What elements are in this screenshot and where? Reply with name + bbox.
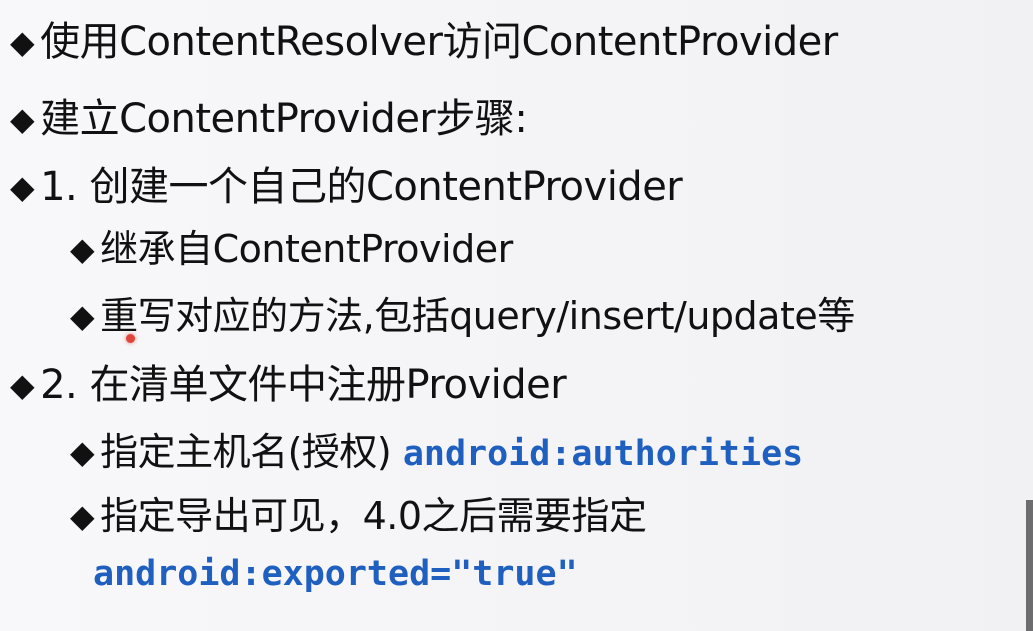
slide-line-4: ◆ 继承自ContentProvider xyxy=(70,225,513,273)
slide-line-8: ◆ 指定导出可见，4.0之后需要指定 xyxy=(70,492,647,540)
line-text: 建立ContentProvider步骤: xyxy=(40,96,528,142)
slide-line-5: ◆ 重写对应的方法,包括query/insert/update等 xyxy=(70,292,855,340)
pointer-cursor-icon xyxy=(126,334,135,343)
diamond-bullet-icon: ◆ xyxy=(70,433,95,471)
diamond-bullet-icon: ◆ xyxy=(70,497,95,535)
slide-line-6: ◆ 2. 在清单文件中注册Provider xyxy=(10,361,567,409)
diamond-bullet-icon: ◆ xyxy=(70,230,95,268)
diamond-bullet-icon: ◆ xyxy=(10,23,35,61)
line-text: 继承自ContentProvider xyxy=(100,227,513,271)
line-text: 重写对应的方法,包括query/insert/update等 xyxy=(100,294,855,338)
code-authorities: android:authorities xyxy=(402,434,804,474)
diamond-bullet-icon: ◆ xyxy=(10,366,35,404)
line-text: 指定主机名(授权) xyxy=(100,430,403,474)
diamond-bullet-icon: ◆ xyxy=(10,100,35,138)
window-edge-bar xyxy=(1026,500,1033,631)
diamond-bullet-icon: ◆ xyxy=(70,297,95,335)
line-text: 2. 在清单文件中注册Provider xyxy=(40,362,567,408)
slide-line-7: ◆ 指定主机名(授权) android:authorities xyxy=(70,428,803,478)
line-text: 指定导出可见，4.0之后需要指定 xyxy=(100,494,647,538)
presentation-slide: ◆ 使用ContentResolver访问ContentProvider ◆ 建立C… xyxy=(0,0,1033,631)
slide-line-9: android:exported="true" xyxy=(93,548,578,598)
slide-line-3: ◆ 1. 创建一个自己的ContentProvider xyxy=(10,163,683,211)
code-exported: android:exported="true" xyxy=(93,554,578,594)
slide-line-2: ◆ 建立ContentProvider步骤: xyxy=(10,95,528,143)
diamond-bullet-icon: ◆ xyxy=(10,168,35,206)
slide-line-1: ◆ 使用ContentResolver访问ContentProvider xyxy=(10,18,838,66)
line-text: 1. 创建一个自己的ContentProvider xyxy=(40,164,683,210)
line-text: 使用ContentResolver访问ContentProvider xyxy=(40,19,838,65)
